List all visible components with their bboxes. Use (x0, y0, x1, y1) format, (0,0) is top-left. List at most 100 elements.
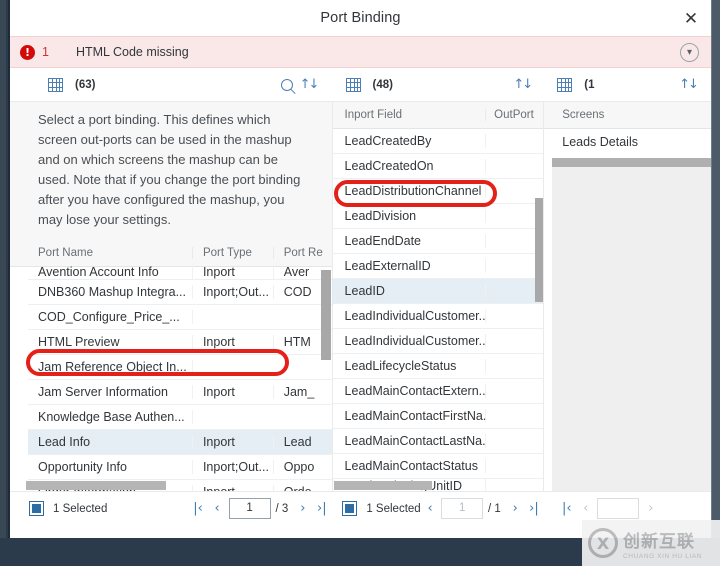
left-panel-horizontal-scrollbar[interactable] (26, 481, 166, 490)
table-row[interactable]: LeadID (332, 279, 544, 304)
table-row[interactable]: Opportunity Info Inport;Out... Oppo (28, 455, 332, 480)
table-row[interactable]: LeadCreatedOn (332, 154, 544, 179)
table-row[interactable]: DNB360 Mashup Integra... Inport;Out... COD (28, 280, 332, 305)
left-page-total: / 3 (275, 502, 289, 515)
column-header-outport[interactable]: OutPort (486, 109, 543, 121)
port-binding-dialog: Port Binding ✕ ! 1 HTML Code missing ▾ (… (8, 0, 712, 538)
column-header-screens[interactable]: Screens (544, 109, 711, 121)
cell-inport-field: LeadDivision (333, 209, 487, 223)
table-row[interactable]: Avention Account Info Inport Aver (28, 265, 332, 280)
column-header-port-reference[interactable]: Port Re (274, 247, 332, 259)
table-row[interactable]: LeadCreatedBy (332, 129, 544, 154)
table-row[interactable]: HTML Preview Inport HTM (28, 330, 332, 355)
cell-port-type: Inport (193, 485, 274, 491)
cell-port-name: Jam Server Information (28, 385, 193, 399)
chevron-down-circle-icon[interactable]: ▾ (680, 43, 699, 62)
screens-panel-horizontal-scrollbar[interactable] (552, 158, 711, 167)
table-icon[interactable] (48, 77, 63, 92)
table-row[interactable]: LeadDistributionChannel (332, 179, 544, 204)
sort-icon[interactable]: ↑↓ (677, 74, 699, 96)
right-page-input[interactable] (597, 498, 640, 519)
first-page-icon[interactable]: |‹ (189, 498, 208, 520)
inport-table-body: LeadCreatedBy LeadCreatedOn LeadDistributi… (332, 129, 544, 491)
panels-toolbar: (63) ↑↓ (48) ↑↓ (1 ↑↓ (10, 68, 711, 102)
table-row[interactable]: Lead Info Inport Lead (28, 430, 332, 455)
table-row[interactable]: Jam Server Information Inport Jam_ (28, 380, 332, 405)
next-page-icon[interactable]: › (506, 498, 525, 520)
sort-icon[interactable]: ↑↓ (511, 74, 533, 96)
middle-panel-toolbar: (48) ↑↓ (332, 68, 544, 101)
middle-page-input[interactable]: 1 (441, 498, 483, 519)
next-page-icon[interactable]: › (641, 498, 660, 520)
table-row[interactable]: Leads Details (544, 129, 711, 155)
cell-inport-field: LeadMainContactStatus (333, 459, 487, 473)
dialog-titlebar: Port Binding ✕ (10, 0, 711, 36)
prev-page-icon[interactable]: ‹ (208, 498, 227, 520)
watermark-chinese-text: 创新互联 (623, 531, 695, 552)
watermark-mark: X (596, 533, 610, 553)
close-icon[interactable]: ✕ (679, 7, 703, 31)
panels-container: Select a port binding. This defines whic… (10, 102, 711, 491)
screens-panel: Screens Leads Details (543, 102, 711, 491)
watermark-logo-icon: X (588, 528, 618, 558)
inport-field-panel: Inport Field OutPort LeadCreatedBy LeadCr… (331, 102, 544, 491)
left-pager: |‹ ‹ 1 / 3 › ›| (189, 498, 332, 520)
prev-page-icon[interactable]: ‹ (576, 498, 595, 520)
table-row[interactable]: Jam Reference Object In... (28, 355, 332, 380)
table-row[interactable]: LeadLifecycleStatus (332, 354, 544, 379)
port-table-body: Avention Account Info Inport Aver DNB360 Ma… (10, 265, 332, 491)
left-selected-label: 1 Selected (53, 502, 108, 515)
last-page-icon[interactable]: ›| (312, 498, 331, 520)
sort-icon[interactable]: ↑↓ (298, 74, 320, 96)
table-row[interactable]: LeadExternalID (332, 254, 544, 279)
cell-port-reference: Oppo (283, 460, 315, 474)
left-panel-footer: 1 Selected |‹ ‹ 1 / 3 › ›| (10, 492, 331, 525)
error-message-strip[interactable]: ! 1 HTML Code missing ▾ (10, 36, 711, 68)
table-row[interactable]: LeadIndividualCustomer... (332, 304, 544, 329)
table-row[interactable]: LeadDivision (332, 204, 544, 229)
table-row[interactable]: LeadMainContactLastNa... (332, 429, 544, 454)
cell-port-name: HTML Preview (28, 335, 193, 349)
screens-panel-empty-area (552, 165, 711, 491)
cell-port-name: COD_Configure_Price_... (28, 310, 193, 324)
cell-inport-field: LeadID (333, 284, 487, 298)
prev-page-icon[interactable]: ‹ (421, 498, 440, 520)
cell-inport-field: LeadIndividualCustomer... (333, 309, 487, 323)
left-panel-vertical-scrollbar[interactable] (321, 270, 331, 360)
first-page-icon[interactable]: |‹ (557, 498, 576, 520)
table-row[interactable]: LeadMainContactFirstNa... (332, 404, 544, 429)
cell-inport-field: LeadMainContactFirstNa... (333, 409, 487, 423)
cell-inport-field: LeadMainContactExtern... (333, 384, 487, 398)
watermark-pinyin-text: CHUANG XIN HU LIAN (623, 552, 703, 560)
table-row[interactable]: LeadMainContactExtern... (332, 379, 544, 404)
cell-port-name: DNB360 Mashup Integra... (28, 285, 193, 299)
error-message-text: HTML Code missing (75, 45, 189, 59)
table-row[interactable]: LeadMainContactStatus (332, 454, 544, 479)
table-icon[interactable] (557, 77, 573, 92)
table-icon[interactable] (345, 77, 361, 92)
inport-table-header: Inport Field OutPort (332, 102, 544, 129)
column-header-port-type[interactable]: Port Type (193, 247, 274, 259)
cell-port-type: Inport;Out... (193, 285, 274, 299)
cell-port-type: Inport (193, 335, 274, 349)
middle-panel-vertical-scrollbar[interactable] (534, 198, 544, 302)
table-row[interactable]: LeadIndividualCustomer... (332, 329, 544, 354)
next-page-icon[interactable]: › (293, 498, 312, 520)
left-page-input[interactable]: 1 (228, 498, 271, 519)
search-icon[interactable] (276, 74, 298, 96)
last-page-icon[interactable]: ›| (525, 498, 544, 520)
table-row[interactable]: COD_Configure_Price_... (28, 305, 332, 330)
column-header-port-name[interactable]: Port Name (28, 247, 193, 259)
column-header-inport-field[interactable]: Inport Field (333, 109, 487, 121)
table-row[interactable]: Knowledge Base Authen... (28, 405, 332, 430)
cell-inport-field: LeadMainContactLastNa... (333, 434, 487, 448)
left-selection-indicator[interactable] (29, 501, 44, 516)
window-left-edge (0, 0, 6, 538)
middle-selection-indicator[interactable] (342, 501, 358, 516)
cell-inport-field: LeadDistributionChannel (333, 184, 487, 198)
left-panel-toolbar: (63) ↑↓ (10, 68, 332, 101)
screens-table-body: Leads Details (544, 129, 711, 155)
table-row[interactable]: LeadEndDate (332, 229, 544, 254)
cell-port-name: Jam Reference Object In... (28, 360, 193, 374)
middle-panel-horizontal-scrollbar[interactable] (333, 481, 432, 490)
